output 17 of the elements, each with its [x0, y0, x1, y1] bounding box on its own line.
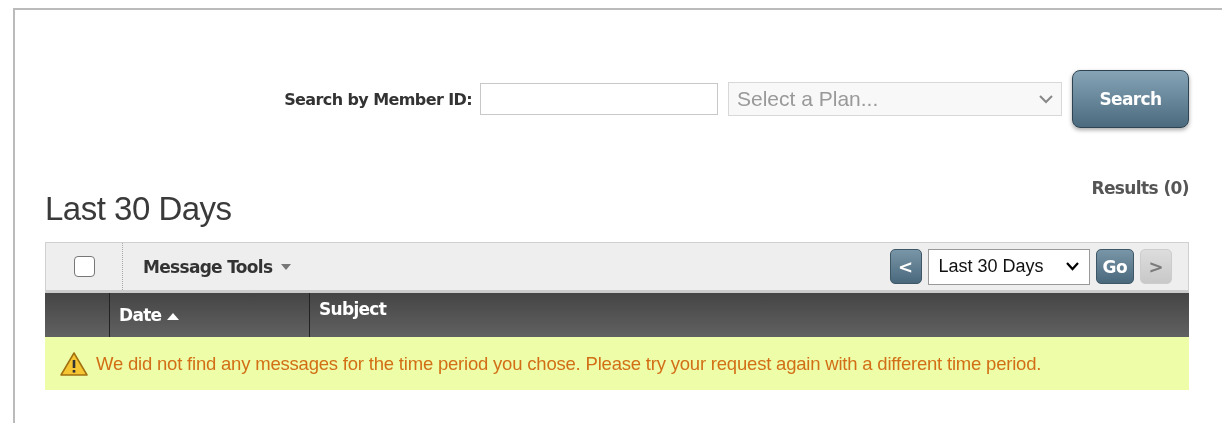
search-button[interactable]: Search — [1072, 70, 1189, 128]
period-select[interactable]: Last 30 Days — [927, 248, 1090, 285]
results-count: Results (0) — [1091, 178, 1189, 198]
message-tools-menu[interactable]: Message Tools — [143, 256, 292, 277]
go-button[interactable]: Go — [1095, 249, 1134, 284]
member-id-field[interactable] — [480, 83, 718, 115]
message-text: We did not find any messages for the time period you chose. Please try your request again with a different time period. — [96, 352, 1042, 375]
select-all-checkbox[interactable] — [73, 256, 95, 277]
chevron-down-icon — [1039, 94, 1053, 104]
caret-icon — [281, 263, 292, 270]
member-id-label: Search by Member ID: — [284, 89, 472, 109]
plan-select[interactable]: Select a Plan... — [728, 82, 1062, 116]
column-header[interactable]: Subject — [310, 293, 387, 337]
warning-icon — [60, 351, 88, 376]
chevron-down-icon — [1065, 262, 1079, 271]
page-heading: Last 30 Days — [45, 190, 232, 228]
previous-button[interactable]: < — [889, 249, 922, 284]
